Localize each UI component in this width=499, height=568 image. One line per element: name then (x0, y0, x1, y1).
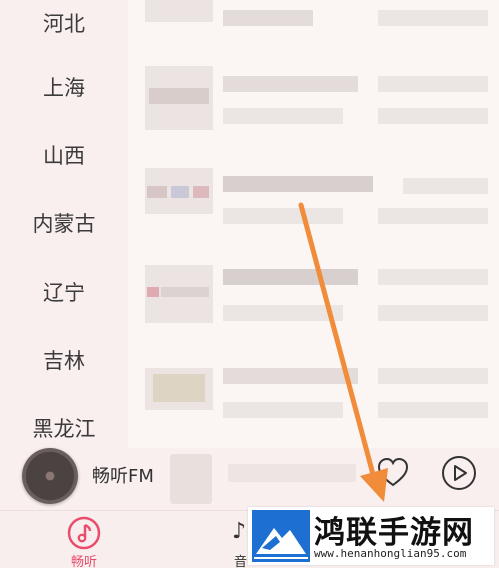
tab-label: 音 (234, 555, 248, 568)
track-title (228, 464, 356, 482)
tab-label: 畅听 (70, 555, 97, 568)
province-item[interactable]: 内蒙古 (0, 210, 128, 238)
disc-cover-icon[interactable] (22, 448, 78, 504)
station-list (128, 0, 499, 448)
province-item[interactable]: 吉林 (0, 347, 128, 375)
station-thumbnail (145, 66, 213, 130)
station-thumbnail (145, 265, 213, 323)
watermark: 鸿联手游网 www.henanhonglian95.com (248, 507, 494, 565)
station-thumbnail (145, 368, 213, 410)
province-item[interactable]: 山西 (0, 142, 128, 170)
list-item[interactable] (128, 0, 499, 48)
list-item[interactable] (128, 265, 499, 343)
list-item[interactable] (128, 66, 499, 144)
province-item[interactable]: 上海 (0, 74, 128, 102)
list-item[interactable] (128, 368, 499, 446)
list-item[interactable] (128, 168, 499, 246)
track-cover (170, 454, 212, 504)
watermark-url: www.henanhonglian95.com (314, 547, 467, 560)
app-screen: 河北 上海 山西 内蒙古 辽宁 吉林 黑龙江 畅听FM 畅听 ♪ 音 鸿联手游网… (0, 0, 499, 568)
music-note-icon: ♪ (232, 519, 247, 544)
station-thumbnail (145, 168, 213, 214)
province-item[interactable]: 河北 (0, 10, 128, 38)
province-item[interactable]: 黑龙江 (0, 415, 128, 443)
play-icon[interactable] (440, 454, 478, 492)
player-title: 畅听FM (92, 466, 154, 487)
province-item[interactable]: 辽宁 (0, 279, 128, 307)
mini-player[interactable]: 畅听FM (0, 448, 499, 510)
music-note-icon (67, 516, 101, 550)
province-sidebar: 河北 上海 山西 内蒙古 辽宁 吉林 黑龙江 (0, 0, 128, 448)
logo-icon (252, 510, 310, 562)
watermark-title: 鸿联手游网 (314, 515, 474, 551)
station-thumbnail (145, 0, 213, 22)
heart-icon[interactable] (376, 456, 410, 490)
